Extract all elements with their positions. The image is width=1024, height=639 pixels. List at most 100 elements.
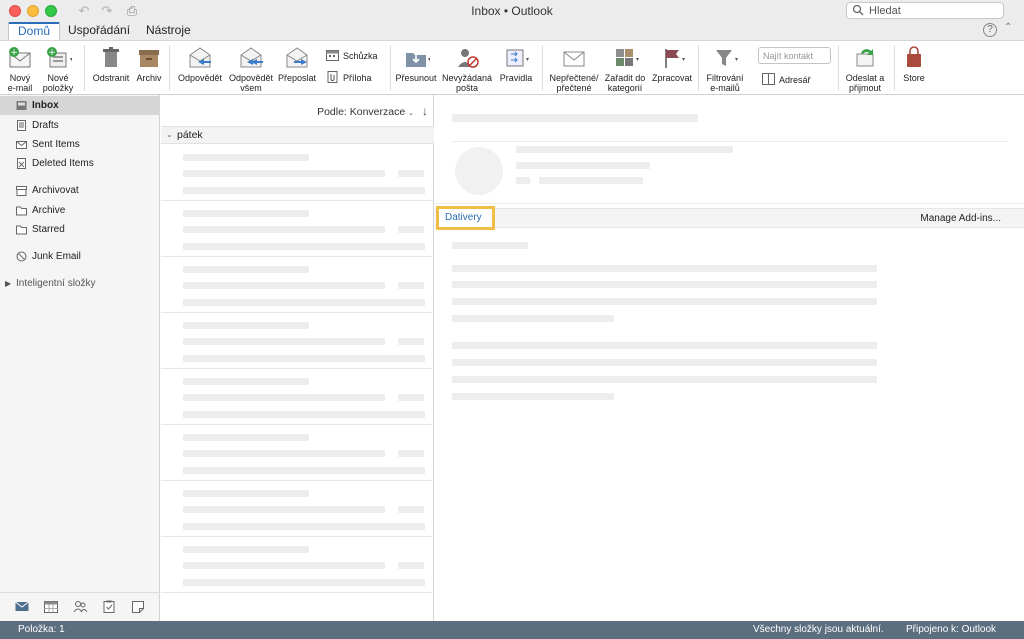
- drafts-icon: [17, 120, 26, 131]
- new-email-icon: +: [9, 47, 31, 68]
- address-book-button[interactable]: Adresář: [762, 73, 811, 87]
- calendar-icon[interactable]: [44, 600, 58, 613]
- tab-home[interactable]: Domů: [8, 22, 61, 40]
- categorize-icon: ▾: [616, 49, 639, 66]
- collapse-ribbon-icon[interactable]: ⌃: [1004, 22, 1012, 33]
- ribbon: + Nový e-mail + ▾ Nové položky Odstranit Ar…: [0, 40, 1024, 95]
- list-item[interactable]: [161, 313, 434, 369]
- avatar: [455, 147, 503, 195]
- recipient-label-placeholder: [516, 177, 530, 184]
- rules-button[interactable]: ▾ Pravidla: [497, 45, 535, 83]
- notes-icon[interactable]: [131, 600, 145, 613]
- list-item[interactable]: [161, 145, 434, 201]
- chevron-down-icon: ⌄: [408, 110, 414, 117]
- move-button[interactable]: ▾ Přesunout: [394, 45, 438, 83]
- archive-label: Archiv: [136, 73, 162, 83]
- search-input[interactable]: Hledat: [846, 2, 1004, 19]
- body-placeholder: [452, 298, 877, 305]
- sidebar-item-archivovat[interactable]: Archivovat: [0, 181, 160, 200]
- new-email-button[interactable]: + Nový e-mail: [4, 45, 36, 93]
- smart-folders-group[interactable]: ▶ Inteligentní složky: [0, 274, 160, 293]
- svg-text:▾: ▾: [636, 57, 639, 63]
- list-item[interactable]: [161, 537, 434, 593]
- delete-button[interactable]: Odstranit: [90, 45, 132, 83]
- archive-button[interactable]: Archiv: [134, 45, 164, 83]
- manage-addins-link[interactable]: Manage Add-ins...: [920, 213, 1001, 224]
- sort-dropdown[interactable]: Podle: Konverzace ⌄: [317, 106, 414, 118]
- divider: [452, 141, 1007, 142]
- forward-button[interactable]: Přeposlat: [276, 45, 318, 83]
- filter-button[interactable]: ▾ Filtrování e-mailů: [703, 45, 747, 93]
- send-receive-label: Odeslat a přijmout: [845, 73, 885, 93]
- list-item[interactable]: [161, 369, 434, 425]
- sidebar-item-starred[interactable]: Starred: [0, 220, 160, 239]
- sidebar-item-junk[interactable]: Junk Email: [0, 247, 160, 266]
- svg-text:▾: ▾: [682, 57, 685, 63]
- group-header[interactable]: ⌄ pátek: [161, 127, 434, 144]
- meeting-button[interactable]: Schůzka: [326, 49, 378, 63]
- sidebar-item-archive[interactable]: Archive: [0, 201, 160, 220]
- ribbon-separator: [838, 45, 839, 91]
- mail-icon[interactable]: [15, 600, 29, 613]
- reply-all-label: Odpovědět všem: [228, 73, 274, 93]
- unread-read-button[interactable]: Nepřečtené/přečtené: [546, 45, 602, 93]
- search-placeholder: Hledat: [869, 5, 901, 17]
- archive-icon: [139, 50, 159, 67]
- sidebar-item-sent[interactable]: Sent Items: [0, 135, 160, 154]
- reply-button[interactable]: Odpovědět: [176, 45, 224, 83]
- folder-pane: Inbox Drafts Sent Items Deleted Items Ar…: [0, 95, 160, 621]
- date-placeholder: [516, 162, 650, 169]
- sidebar-item-label: Junk Email: [32, 251, 81, 262]
- dativery-addin-button[interactable]: Dativery: [436, 206, 495, 230]
- forward-icon: [286, 47, 308, 68]
- list-item[interactable]: [161, 425, 434, 481]
- find-contact-input[interactable]: Najít kontakt: [758, 47, 831, 64]
- body-placeholder: [452, 342, 877, 349]
- status-sync: Všechny složky jsou aktuální.: [753, 624, 884, 635]
- sidebar-item-label: Inbox: [32, 100, 59, 111]
- reply-all-button[interactable]: Odpovědět všem: [226, 45, 276, 93]
- svg-text:+: +: [48, 48, 56, 58]
- new-email-label: Nový e-mail: [7, 73, 33, 93]
- sidebar-item-deleted[interactable]: Deleted Items: [0, 154, 160, 173]
- store-button[interactable]: Store: [899, 45, 929, 83]
- address-book-label: Adresář: [779, 75, 811, 85]
- help-icon[interactable]: ?: [983, 23, 997, 37]
- list-item[interactable]: [161, 481, 434, 537]
- flag-icon: ▾: [665, 49, 685, 68]
- attachment-icon: [327, 71, 338, 83]
- group-label: pátek: [177, 129, 203, 141]
- sender-placeholder: [516, 146, 733, 153]
- sidebar-item-inbox[interactable]: Inbox: [0, 96, 160, 115]
- tab-organize[interactable]: Uspořádání: [59, 22, 139, 40]
- new-items-button[interactable]: + ▾ Nové položky: [40, 45, 76, 93]
- unread-read-label: Nepřečtené/přečtené: [549, 73, 599, 93]
- svg-text:▾: ▾: [526, 57, 529, 63]
- body-placeholder: [452, 242, 528, 249]
- tab-tools[interactable]: Nástroje: [137, 22, 200, 40]
- sidebar-item-drafts[interactable]: Drafts: [0, 116, 160, 135]
- send-receive-button[interactable]: Odeslat a přijmout: [842, 45, 888, 93]
- tasks-icon[interactable]: [102, 600, 116, 613]
- send-receive-icon: [856, 49, 874, 67]
- svg-text:▾: ▾: [70, 57, 72, 63]
- filter-label: Filtrování e-mailů: [706, 73, 744, 93]
- smart-folders-label: Inteligentní složky: [16, 278, 96, 289]
- filter-icon: ▾: [716, 50, 738, 66]
- sidebar-item-label: Deleted Items: [32, 158, 94, 169]
- follow-up-button[interactable]: ▾ Zpracovat: [650, 45, 694, 83]
- attachment-button[interactable]: Příloha: [326, 71, 372, 85]
- list-item[interactable]: [161, 257, 434, 313]
- list-item[interactable]: [161, 201, 434, 257]
- sort-direction-icon[interactable]: ↓: [422, 104, 428, 118]
- attachment-label: Příloha: [343, 73, 372, 83]
- disclosure-triangle-icon[interactable]: ▶: [5, 274, 11, 293]
- status-bar: Položka: 1 Všechny složky jsou aktuální.…: [0, 621, 1024, 639]
- body-placeholder: [452, 359, 877, 366]
- categorize-button[interactable]: ▾ Zařadit do kategorií: [602, 45, 648, 93]
- follow-up-label: Zpracovat: [651, 73, 693, 83]
- junk-button[interactable]: Nevyžádaná pošta: [441, 45, 493, 93]
- divider: [435, 203, 1024, 204]
- people-icon[interactable]: [73, 600, 87, 613]
- ribbon-separator: [169, 45, 170, 91]
